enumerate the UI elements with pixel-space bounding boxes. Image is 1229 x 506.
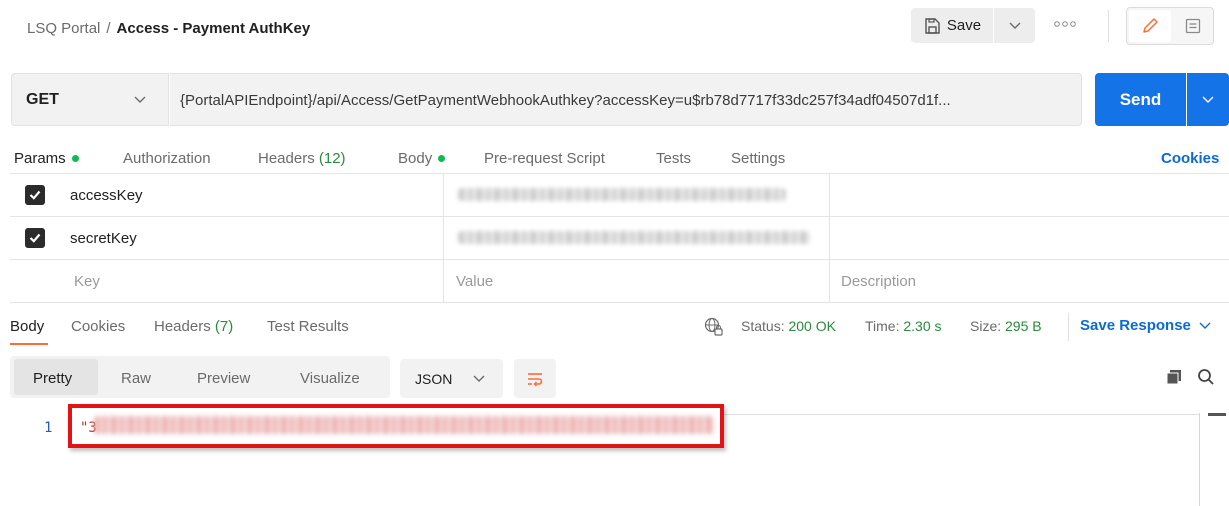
tab-params-label: Params	[14, 150, 66, 167]
time-indicator[interactable]: Time: 2.30 s	[865, 318, 942, 334]
save-label: Save	[946, 17, 982, 34]
url-text: {PortalAPIEndpoint}/api/Access/GetPaymen…	[180, 92, 951, 109]
scrollbar-thumb[interactable]	[1208, 413, 1226, 416]
tab-pre-request-script[interactable]: Pre-request Script	[484, 150, 605, 167]
wrap-lines-icon	[528, 372, 543, 386]
tab-headers-label: Headers	[258, 150, 315, 167]
status-value: 200 OK	[788, 318, 836, 334]
cell-divider	[443, 174, 444, 216]
response-headers-count: (7)	[214, 318, 234, 335]
cell-divider	[829, 217, 830, 259]
tab-authorization[interactable]: Authorization	[123, 150, 211, 167]
save-button[interactable]: Save	[911, 8, 993, 43]
documentation-view-button[interactable]	[1173, 10, 1213, 42]
value-placeholder[interactable]: Value	[456, 273, 493, 290]
editor-scrollbar[interactable]	[1199, 413, 1229, 506]
save-options-button[interactable]	[994, 8, 1035, 43]
tab-params[interactable]: Params	[14, 150, 79, 167]
view-raw-button[interactable]: Raw	[121, 370, 151, 387]
response-tab-headers-label: Headers	[154, 318, 211, 335]
tab-headers[interactable]: Headers (12)	[258, 150, 346, 167]
param-row: secretKey	[10, 217, 1229, 260]
description-placeholder[interactable]: Description	[841, 273, 916, 290]
divider	[1108, 10, 1109, 42]
chevron-down-icon	[1202, 96, 1214, 103]
param-value-redacted[interactable]	[458, 188, 786, 201]
response-tab-cookies[interactable]: Cookies	[71, 318, 125, 335]
method-label: GET	[26, 91, 59, 108]
view-pretty-button[interactable]: Pretty	[33, 370, 72, 387]
document-icon	[1185, 18, 1201, 34]
checkbox-checked-icon[interactable]	[25, 185, 45, 205]
more-icon[interactable]	[1054, 19, 1076, 31]
cell-divider	[443, 260, 444, 302]
active-tab-underline	[10, 343, 48, 345]
param-row: accessKey	[10, 174, 1229, 217]
pencil-icon	[1143, 18, 1158, 33]
chevron-down-icon	[473, 370, 485, 386]
tab-headers-count: (12)	[318, 150, 346, 167]
checkbox-checked-icon[interactable]	[25, 228, 45, 248]
key-placeholder[interactable]: Key	[74, 273, 100, 290]
time-label: Time:	[865, 318, 900, 334]
params-table: accessKey secretKey Key Value Descriptio…	[10, 173, 1229, 303]
send-options-button[interactable]	[1187, 73, 1229, 126]
method-select[interactable]: GET	[11, 73, 169, 126]
save-response-button[interactable]: Save Response	[1080, 317, 1211, 334]
chevron-down-icon	[1009, 22, 1020, 29]
param-key[interactable]: secretKey	[70, 230, 137, 247]
line-number: 1	[44, 420, 53, 436]
chevron-down-icon	[134, 91, 146, 109]
highlight-annotation-box	[68, 404, 724, 448]
chevron-down-icon	[1199, 322, 1211, 329]
size-indicator[interactable]: Size: 295 B	[970, 318, 1042, 334]
response-tab-body[interactable]: Body	[10, 318, 44, 335]
copy-icon[interactable]	[1166, 369, 1182, 390]
header-bar: LSQ Portal / Access - Payment AuthKey Save	[0, 0, 1229, 58]
breadcrumb-parent[interactable]: LSQ Portal	[27, 20, 100, 37]
status-indicator[interactable]: Status: 200 OK	[741, 318, 836, 334]
format-select[interactable]: JSON	[400, 359, 503, 398]
param-value-redacted[interactable]	[458, 231, 810, 244]
breadcrumb-separator: /	[106, 20, 111, 37]
params-indicator-dot	[71, 154, 79, 162]
format-label: JSON	[415, 371, 453, 387]
search-icon[interactable]	[1197, 368, 1215, 391]
breadcrumb-current[interactable]: Access - Payment AuthKey	[117, 20, 311, 37]
edit-view-button[interactable]	[1129, 10, 1171, 42]
editor-line-border	[722, 414, 1200, 415]
globe-lock-icon[interactable]	[704, 317, 724, 342]
tab-tests[interactable]: Tests	[656, 150, 691, 167]
size-value: 295 B	[1005, 318, 1042, 334]
param-key[interactable]: accessKey	[70, 187, 143, 204]
cookies-link[interactable]: Cookies	[1161, 150, 1219, 167]
cell-divider	[829, 174, 830, 216]
wrap-lines-button[interactable]	[514, 359, 556, 398]
body-indicator-dot	[438, 154, 446, 162]
param-row-new: Key Value Description	[10, 260, 1229, 303]
size-label: Size:	[970, 318, 1002, 334]
save-icon	[925, 17, 940, 34]
response-tab-headers[interactable]: Headers (7)	[154, 318, 233, 335]
cell-divider	[443, 217, 444, 259]
time-value: 2.30 s	[903, 318, 942, 334]
divider	[1068, 313, 1069, 341]
tab-settings[interactable]: Settings	[731, 150, 785, 167]
breadcrumb: LSQ Portal / Access - Payment AuthKey	[27, 20, 310, 37]
view-visualize-button[interactable]: Visualize	[300, 370, 360, 387]
view-preview-button[interactable]: Preview	[197, 370, 250, 387]
send-button[interactable]: Send	[1095, 73, 1186, 126]
status-label: Status:	[741, 318, 785, 334]
save-response-label: Save Response	[1080, 317, 1191, 334]
url-input[interactable]: {PortalAPIEndpoint}/api/Access/GetPaymen…	[170, 73, 1082, 126]
tab-body[interactable]: Body	[398, 150, 446, 167]
tab-body-label: Body	[398, 150, 433, 167]
response-tab-test-results[interactable]: Test Results	[267, 318, 349, 335]
cell-divider	[829, 260, 830, 302]
